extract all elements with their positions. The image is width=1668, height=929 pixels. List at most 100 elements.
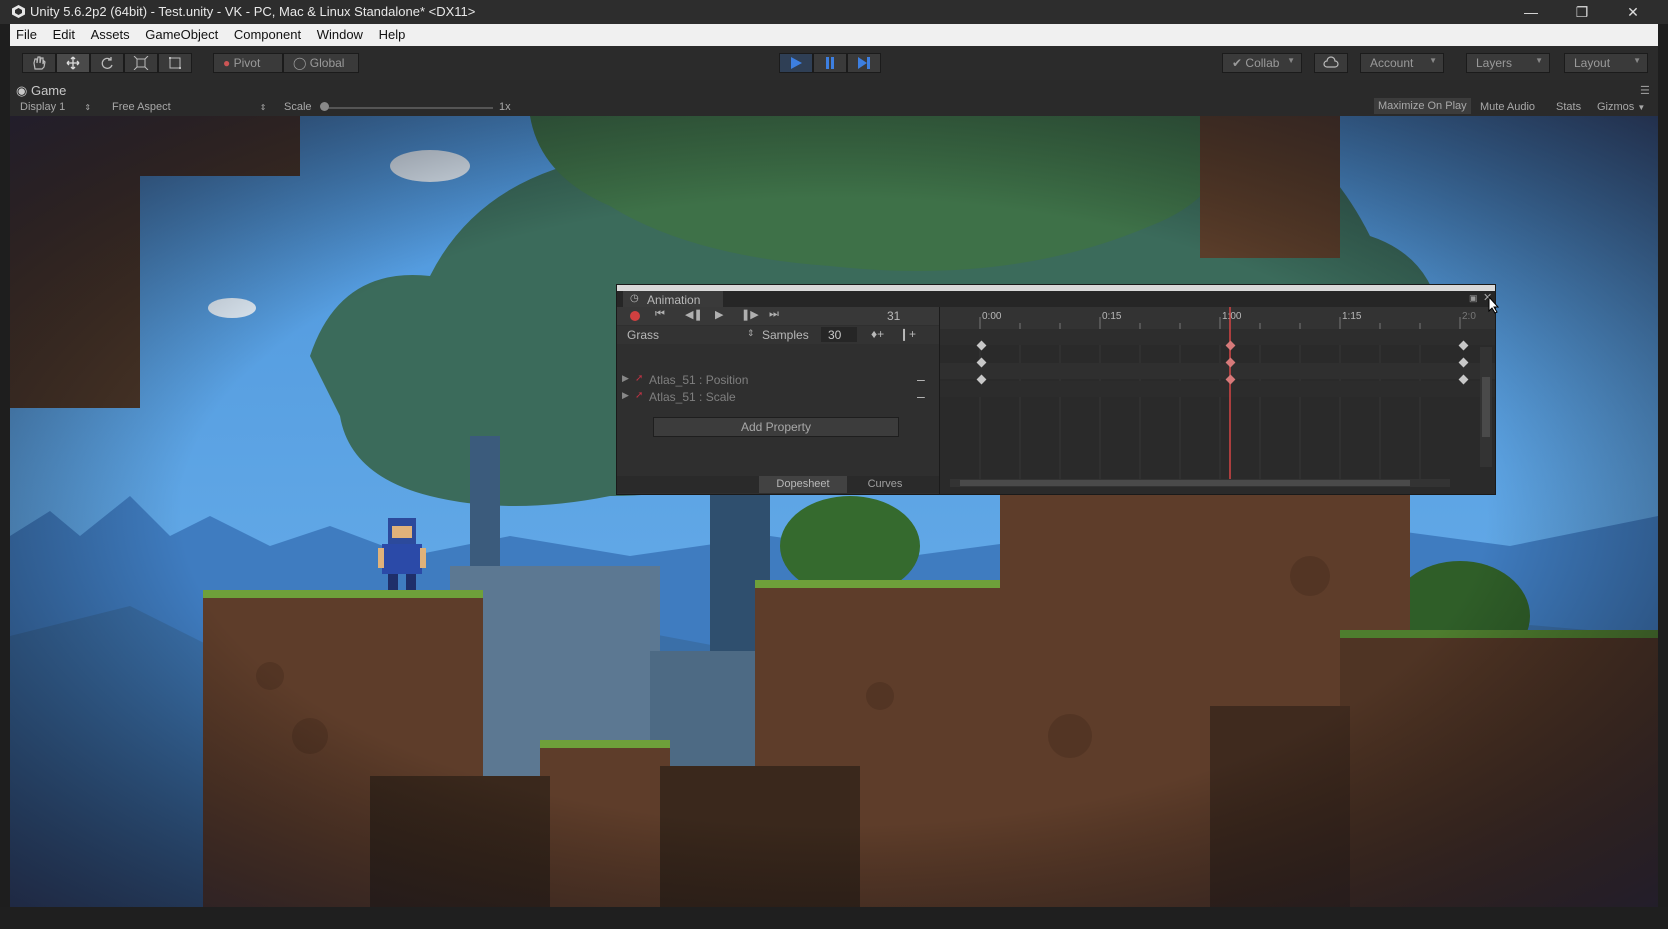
samples-field[interactable]: 30 [821, 327, 857, 342]
rotate-icon [101, 57, 113, 69]
layers-label: Layers [1476, 56, 1513, 70]
tab-menu-icon[interactable]: ☰ [1640, 84, 1650, 97]
minimize-icon[interactable]: — [1508, 0, 1554, 24]
menu-file[interactable]: File [10, 24, 43, 42]
transform-icon: ➚ [635, 373, 644, 384]
clip-name: Grass [627, 328, 660, 342]
lock-icon[interactable]: ▣ [1469, 293, 1478, 304]
scale-tool-button[interactable] [124, 53, 158, 73]
dopesheet-tab[interactable]: Dopesheet [759, 476, 847, 493]
add-event-icon[interactable]: ❙+ [899, 327, 916, 341]
property-row[interactable]: ▶ ➚ Atlas_51 : Scale – [617, 388, 939, 406]
chevron-down-icon: ▼ [1429, 56, 1437, 65]
move-icon [66, 56, 80, 70]
clip-row: Grass ⇕ Samples 30 ♦+ ❙+ [617, 326, 939, 344]
animation-tab[interactable]: ◷ Animation [623, 291, 723, 308]
collab-dropdown[interactable]: ✔ Collab ▼ [1222, 53, 1302, 73]
game-tab[interactable]: ◉ Game [16, 83, 66, 99]
remove-property-icon[interactable]: – [917, 371, 925, 387]
game-scene-image [10, 116, 1658, 907]
game-viewport[interactable] [10, 116, 1658, 907]
transform-icon: ➚ [635, 390, 644, 401]
property-row[interactable]: ▶ ➚ Atlas_51 : Position – [617, 371, 939, 389]
step-button[interactable] [847, 53, 881, 73]
play-icon[interactable]: ▶ [715, 308, 723, 321]
transport-bar: ⏮ ◀❚ ▶ ❚▶ ⏭ 31 [617, 307, 939, 325]
remove-property-icon[interactable]: – [917, 388, 925, 404]
clip-dropdown[interactable]: Grass [627, 328, 757, 342]
cloud-button[interactable] [1314, 53, 1348, 73]
expand-arrow-icon[interactable]: ▶ [622, 390, 629, 401]
window-title: Unity 5.6.2p2 (64bit) - Test.unity - VK … [30, 4, 476, 19]
cloud-icon [1323, 56, 1339, 68]
play-icon [791, 57, 802, 69]
samples-label: Samples [762, 328, 809, 342]
frame-field[interactable]: 31 [887, 309, 900, 323]
stats-toggle[interactable]: Stats [1556, 101, 1581, 113]
animation-window: ▣ ✕ ◷ Animation ⏮ ◀❚ ▶ ❚▶ ⏭ 31 Grass ⇕ S… [616, 284, 1496, 495]
scale-label: Scale [284, 101, 312, 113]
timeline-label: 2:0 [1462, 311, 1476, 322]
global-label: Global [309, 56, 345, 70]
close-icon[interactable]: ✕ [1610, 0, 1656, 24]
updown-icon: ⇕ [747, 328, 755, 338]
toolbar: ● Pivot ◯ Global ✔ Collab ▼ Account ▼ La… [10, 46, 1658, 80]
timeline-label: 1:00 [1222, 311, 1242, 322]
updown-icon: ⇕ [84, 103, 92, 112]
hand-tool-button[interactable] [22, 53, 56, 73]
menu-window[interactable]: Window [311, 24, 369, 42]
menu-component[interactable]: Component [228, 24, 307, 42]
gizmos-label: Gizmos [1597, 101, 1635, 113]
pause-icon [826, 57, 834, 69]
menu-help[interactable]: Help [373, 24, 412, 42]
scale-slider-track[interactable] [323, 107, 493, 109]
menu-edit[interactable]: Edit [47, 24, 81, 42]
menu-gameobject[interactable]: GameObject [139, 24, 224, 42]
account-dropdown[interactable]: Account ▼ [1360, 53, 1444, 73]
display-dropdown[interactable]: Display 1 ⇕ [20, 101, 91, 113]
game-view-header: ◉ Game ☰ Display 1 ⇕ Free Aspect ⇕ Scale… [10, 80, 1658, 116]
next-keyframe-icon[interactable]: ❚▶ [741, 308, 759, 321]
add-property-button[interactable]: Add Property [653, 417, 899, 437]
scale-slider-thumb[interactable] [320, 102, 329, 111]
chevron-down-icon: ▼ [1637, 103, 1646, 112]
hand-icon [33, 56, 46, 70]
prev-keyframe-icon[interactable]: ◀❚ [685, 308, 703, 321]
check-icon: ✔ [1232, 56, 1243, 70]
animation-properties-panel: ⏮ ◀❚ ▶ ❚▶ ⏭ 31 Grass ⇕ Samples 30 ♦+ ❙+ … [617, 307, 939, 494]
dopesheet-grid [940, 307, 1495, 487]
menu-assets[interactable]: Assets [85, 24, 136, 42]
expand-arrow-icon[interactable]: ▶ [622, 373, 629, 384]
gizmos-dropdown[interactable]: Gizmos ▼ [1597, 101, 1645, 113]
timeline-label: 0:15 [1102, 311, 1122, 322]
first-keyframe-icon[interactable]: ⏮ [655, 308, 665, 321]
layers-dropdown[interactable]: Layers ▼ [1466, 53, 1550, 73]
curves-tab[interactable]: Curves [849, 476, 921, 493]
pivot-toggle[interactable]: ● Pivot [213, 53, 283, 73]
scale-icon [133, 56, 149, 70]
add-keyframe-icon[interactable]: ♦+ [871, 327, 884, 341]
global-toggle[interactable]: ◯ Global [283, 53, 359, 73]
dopesheet-panel[interactable]: 0:00 0:15 1:00 1:15 2:0 [939, 307, 1495, 494]
globe-icon: ◯ [293, 56, 307, 70]
layout-label: Layout [1574, 56, 1611, 70]
game-icon: ◉ [16, 83, 28, 98]
property-label: Atlas_51 : Position [649, 373, 749, 387]
maximize-label: Maximize On Play [1378, 100, 1467, 112]
rect-tool-button[interactable] [158, 53, 192, 73]
maximize-on-play-toggle[interactable]: Maximize On Play [1374, 98, 1471, 114]
title-bar: Unity 5.6.2p2 (64bit) - Test.unity - VK … [0, 0, 1668, 24]
status-bar [0, 907, 1668, 929]
play-button[interactable] [779, 53, 813, 73]
mute-audio-toggle[interactable]: Mute Audio [1480, 101, 1535, 113]
rotate-tool-button[interactable] [90, 53, 124, 73]
pivot-label: Pivot [233, 56, 261, 70]
record-icon[interactable] [630, 311, 640, 321]
move-tool-button[interactable] [56, 53, 90, 73]
aspect-dropdown[interactable]: Free Aspect ⇕ [112, 101, 266, 113]
layout-dropdown[interactable]: Layout ▼ [1564, 53, 1648, 73]
chevron-down-icon: ▼ [1633, 56, 1641, 65]
pause-button[interactable] [813, 53, 847, 73]
restore-icon[interactable]: ❐ [1559, 0, 1605, 24]
last-keyframe-icon[interactable]: ⏭ [769, 308, 779, 321]
